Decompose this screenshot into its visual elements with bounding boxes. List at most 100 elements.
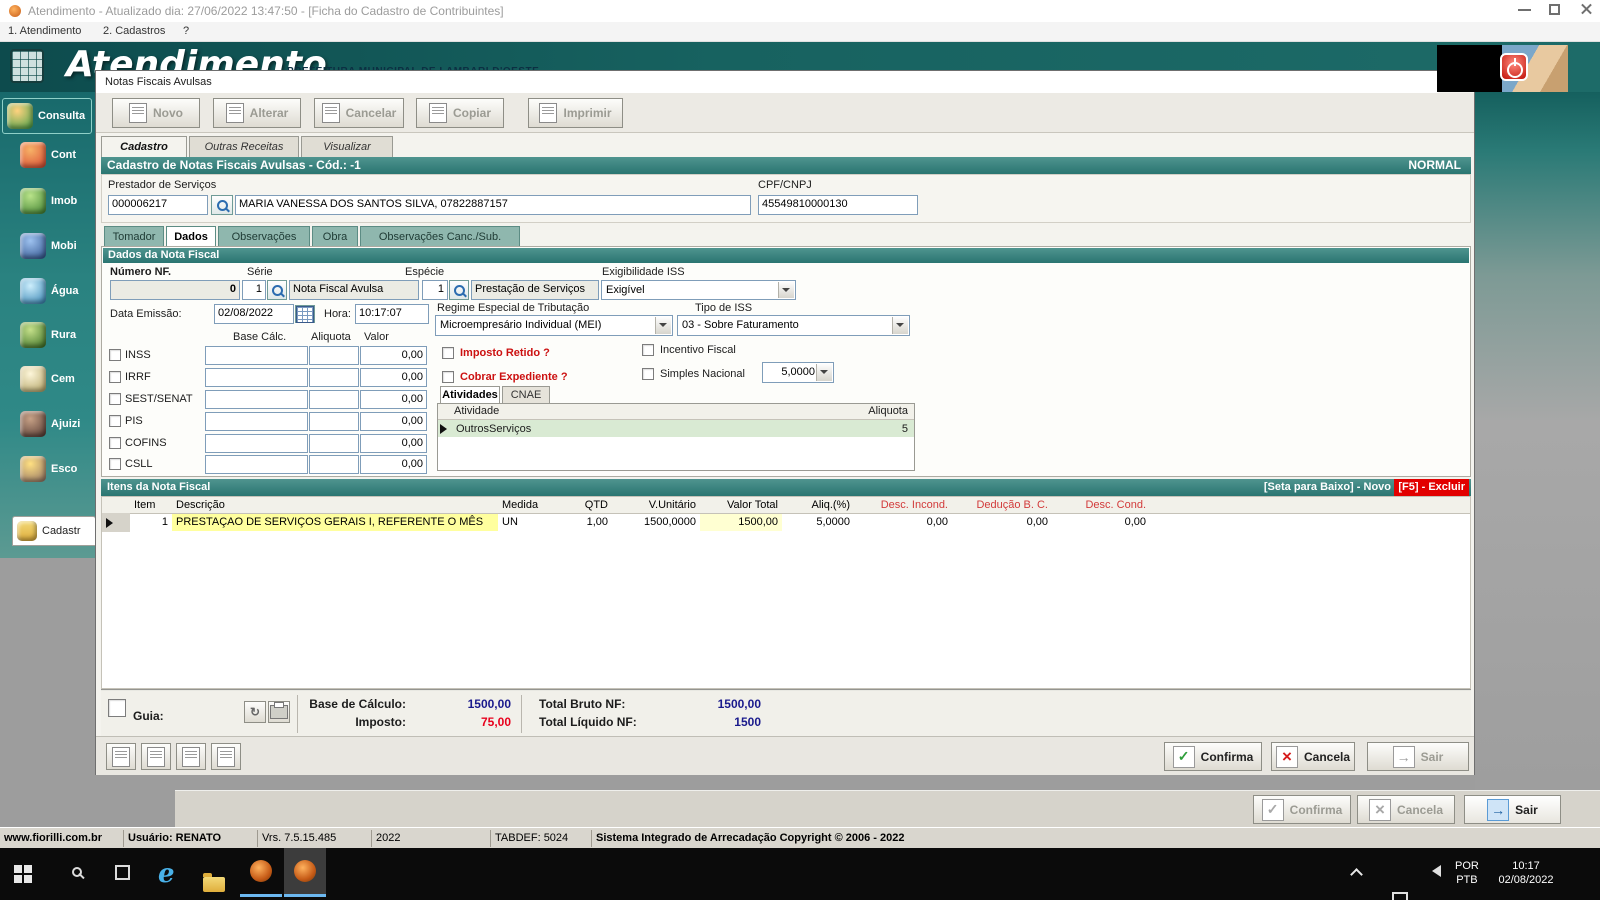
taskbar-app-1[interactable]	[240, 848, 282, 897]
cancelar-button[interactable]: Cancelar	[314, 98, 404, 128]
csll-valor-input[interactable]: 0,00	[360, 455, 427, 474]
maximize-button[interactable]	[1549, 4, 1560, 15]
sidebar-item-imob[interactable]: Imob	[20, 188, 77, 214]
numero-nf-input[interactable]: 0	[110, 280, 240, 300]
especie-input[interactable]: 1	[422, 280, 448, 300]
sair-button[interactable]: → Sair	[1367, 742, 1469, 771]
nav-prev-button[interactable]	[141, 743, 171, 770]
inss-checkbox[interactable]	[109, 349, 121, 361]
cofins-base-input[interactable]	[205, 434, 308, 453]
prestador-name-input[interactable]: MARIA VANESSA DOS SANTOS SILVA, 07822887…	[235, 195, 751, 215]
print-guia-button[interactable]	[268, 701, 290, 723]
sest-base-input[interactable]	[205, 390, 308, 409]
cancela-button[interactable]: × Cancela	[1271, 742, 1355, 771]
sidebar-item-rura[interactable]: Rura	[20, 322, 76, 348]
tipo-iss-select[interactable]: 03 - Sobre Faturamento	[677, 315, 910, 336]
sidebar-item-esco[interactable]: Esco	[20, 456, 77, 482]
menu-atendimento[interactable]: 1. Atendimento	[8, 25, 81, 37]
sidebar-item-cadastro[interactable]: Cadastr	[12, 516, 96, 546]
tab-cnae[interactable]: CNAE	[502, 386, 550, 403]
nav-first-button[interactable]	[106, 743, 136, 770]
simples-valor-select[interactable]: 5,0000	[762, 362, 834, 383]
sidebar-item-cem[interactable]: Cem	[20, 366, 75, 392]
pis-checkbox[interactable]	[109, 415, 121, 427]
novo-button[interactable]: Novo	[112, 98, 200, 128]
sidebar-item-mobi[interactable]: Mobi	[20, 233, 77, 259]
nav-next-button[interactable]	[176, 743, 206, 770]
irrf-base-input[interactable]	[205, 368, 308, 387]
irrf-checkbox[interactable]	[109, 371, 121, 383]
speaker-icon[interactable]	[1426, 865, 1441, 877]
network-icon[interactable]	[1392, 892, 1408, 900]
nav-last-button[interactable]	[211, 743, 241, 770]
tab-visualizar[interactable]: Visualizar	[301, 136, 393, 157]
cofins-checkbox[interactable]	[109, 437, 121, 449]
serie-input[interactable]: 1	[242, 280, 266, 300]
tab-obra[interactable]: Obra	[312, 226, 358, 246]
hora-input[interactable]: 10:17:07	[355, 304, 429, 324]
tab-observacoes[interactable]: Observações	[218, 226, 310, 246]
imprimir-button[interactable]: Imprimir	[528, 98, 623, 128]
imposto-retido-checkbox[interactable]	[442, 347, 454, 359]
alterar-button[interactable]: Alterar	[213, 98, 301, 128]
sest-valor-input[interactable]: 0,00	[360, 390, 427, 409]
tab-atividades[interactable]: Atividades	[440, 386, 500, 403]
menu-help[interactable]: ?	[183, 25, 189, 37]
regime-select[interactable]: Microempresário Individual (MEI)	[435, 315, 673, 336]
confirma-button[interactable]: ✓ Confirma	[1164, 742, 1262, 771]
menu-cadastros[interactable]: 2. Cadastros	[103, 25, 165, 37]
sidebar-item-agua[interactable]: Água	[20, 278, 79, 304]
outer-sair-button[interactable]: → Sair	[1464, 795, 1561, 824]
start-button[interactable]	[14, 865, 32, 883]
sest-checkbox[interactable]	[109, 393, 121, 405]
guia-checkbox[interactable]	[108, 699, 126, 717]
sidebar-item-cont[interactable]: Cont	[20, 142, 76, 168]
csll-aliquota-input[interactable]	[309, 455, 359, 474]
file-explorer-icon[interactable]	[203, 873, 225, 892]
pis-valor-input[interactable]: 0,00	[360, 412, 427, 431]
tab-outras-receitas[interactable]: Outras Receitas	[189, 136, 299, 157]
power-icon[interactable]	[1500, 53, 1528, 81]
tab-cadastro[interactable]: Cadastro	[101, 136, 187, 157]
internet-explorer-icon[interactable]: e	[158, 859, 175, 889]
inss-valor-input[interactable]: 0,00	[360, 346, 427, 365]
cofins-aliquota-input[interactable]	[309, 434, 359, 453]
copiar-button[interactable]: Copiar	[416, 98, 504, 128]
item-row[interactable]: 1 PRESTAÇAO DE SERVIÇOS GERAIS I, REFERE…	[102, 513, 1470, 532]
cpf-input[interactable]: 45549810000130	[758, 195, 918, 215]
irrf-aliquota-input[interactable]	[309, 368, 359, 387]
atividade-row[interactable]: OutrosServiços 5	[438, 420, 914, 437]
pis-aliquota-input[interactable]	[309, 412, 359, 431]
cofins-valor-input[interactable]: 0,00	[360, 434, 427, 453]
tab-dados[interactable]: Dados	[166, 226, 216, 246]
outer-cancela-button[interactable]: × Cancela	[1357, 795, 1455, 824]
cobrar-expediente-checkbox[interactable]	[442, 371, 454, 383]
incentivo-checkbox[interactable]	[642, 344, 654, 356]
simples-checkbox[interactable]	[642, 368, 654, 380]
tray-chevron-icon[interactable]	[1350, 868, 1363, 881]
inss-base-input[interactable]	[205, 346, 308, 365]
outer-confirma-button[interactable]: ✓ Confirma	[1253, 795, 1351, 824]
prestador-search-button[interactable]	[211, 195, 233, 215]
language-indicator[interactable]: POR PTB	[1455, 859, 1479, 887]
csll-checkbox[interactable]	[109, 458, 121, 470]
calendar-button[interactable]	[295, 305, 315, 323]
close-button[interactable]	[1580, 3, 1592, 15]
tab-obs-canc-sub[interactable]: Observações Canc./Sub.	[360, 226, 520, 246]
task-view-icon[interactable]	[115, 865, 130, 880]
minimize-button[interactable]	[1518, 9, 1531, 11]
tab-tomador[interactable]: Tomador	[104, 226, 164, 246]
refresh-guia-button[interactable]: ↻	[244, 701, 266, 723]
taskbar-search-icon[interactable]	[72, 867, 82, 877]
clock[interactable]: 10:17 02/08/2022	[1490, 859, 1562, 887]
sidebar-item-ajuizi[interactable]: Ajuizi	[20, 411, 80, 437]
taskbar-app-2-active[interactable]	[284, 848, 326, 897]
csll-base-input[interactable]	[205, 455, 308, 474]
exigibilidade-select[interactable]: Exigível	[601, 280, 796, 300]
inss-aliquota-input[interactable]	[309, 346, 359, 365]
serie-search-button[interactable]	[267, 280, 287, 300]
prestador-code-input[interactable]: 000006217	[108, 195, 208, 215]
pis-base-input[interactable]	[205, 412, 308, 431]
data-emissao-input[interactable]: 02/08/2022	[214, 304, 294, 324]
especie-search-button[interactable]	[449, 280, 469, 300]
